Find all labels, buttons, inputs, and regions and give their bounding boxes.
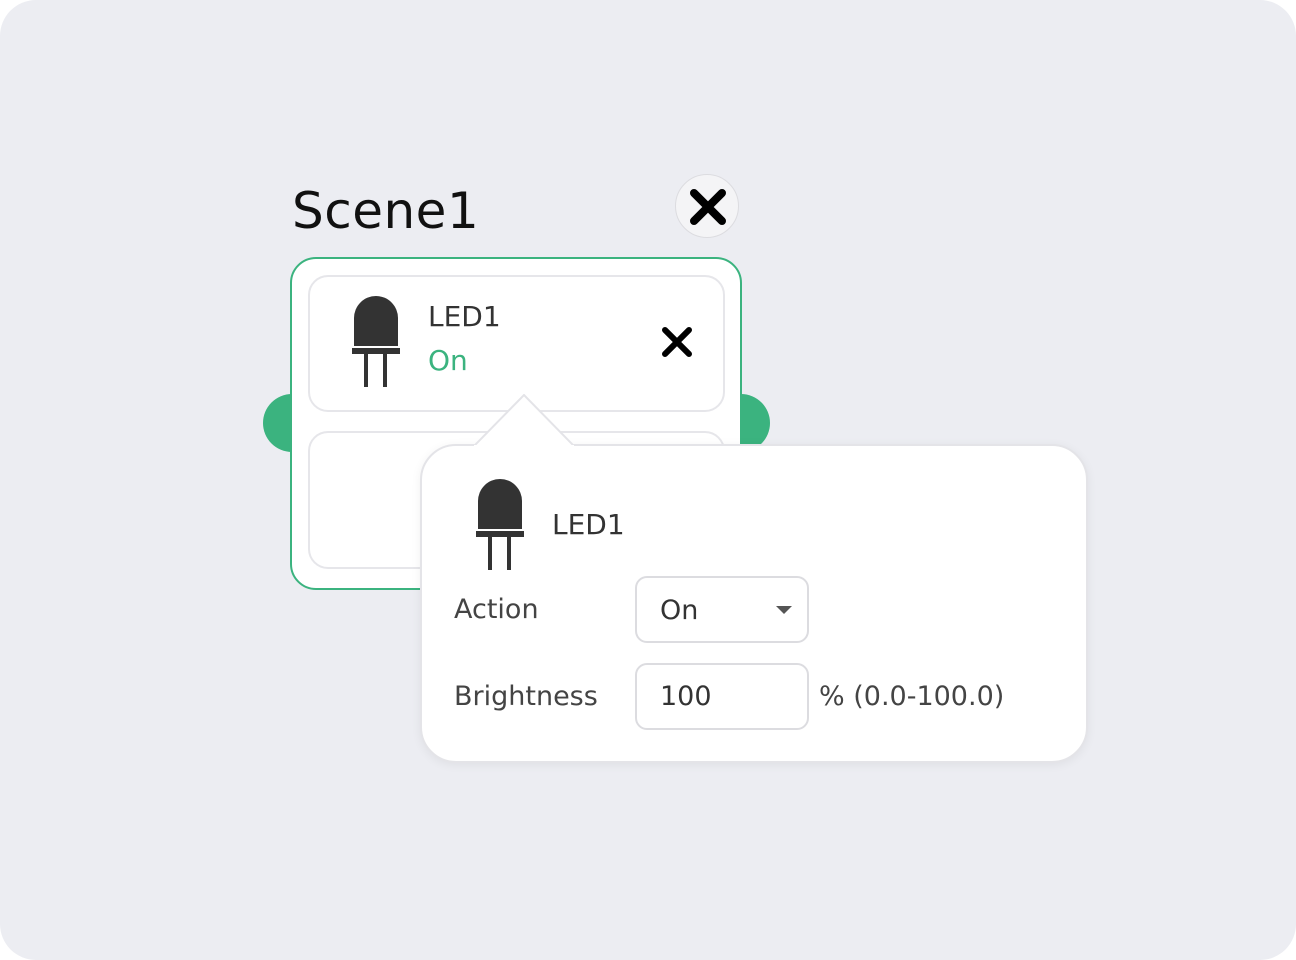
brightness-range-hint: % (0.0-100.0)	[819, 681, 1005, 712]
scene-close-button[interactable]	[675, 174, 739, 238]
popover-device-name: LED1	[552, 508, 625, 541]
brightness-label: Brightness	[454, 681, 598, 712]
chevron-down-icon	[776, 606, 792, 614]
popover-arrow	[474, 394, 574, 454]
led-icon	[352, 296, 400, 387]
action-label: Action	[454, 594, 539, 625]
action-select[interactable]: On	[635, 576, 809, 643]
close-icon	[690, 189, 726, 225]
brightness-input[interactable]	[635, 663, 809, 730]
device-name: LED1	[428, 300, 501, 333]
action-select-value: On	[660, 595, 699, 626]
remove-device-close-icon[interactable]	[659, 324, 695, 360]
device-state: On	[428, 344, 468, 377]
scene-title: Scene1	[292, 182, 480, 240]
led-icon	[476, 479, 524, 570]
